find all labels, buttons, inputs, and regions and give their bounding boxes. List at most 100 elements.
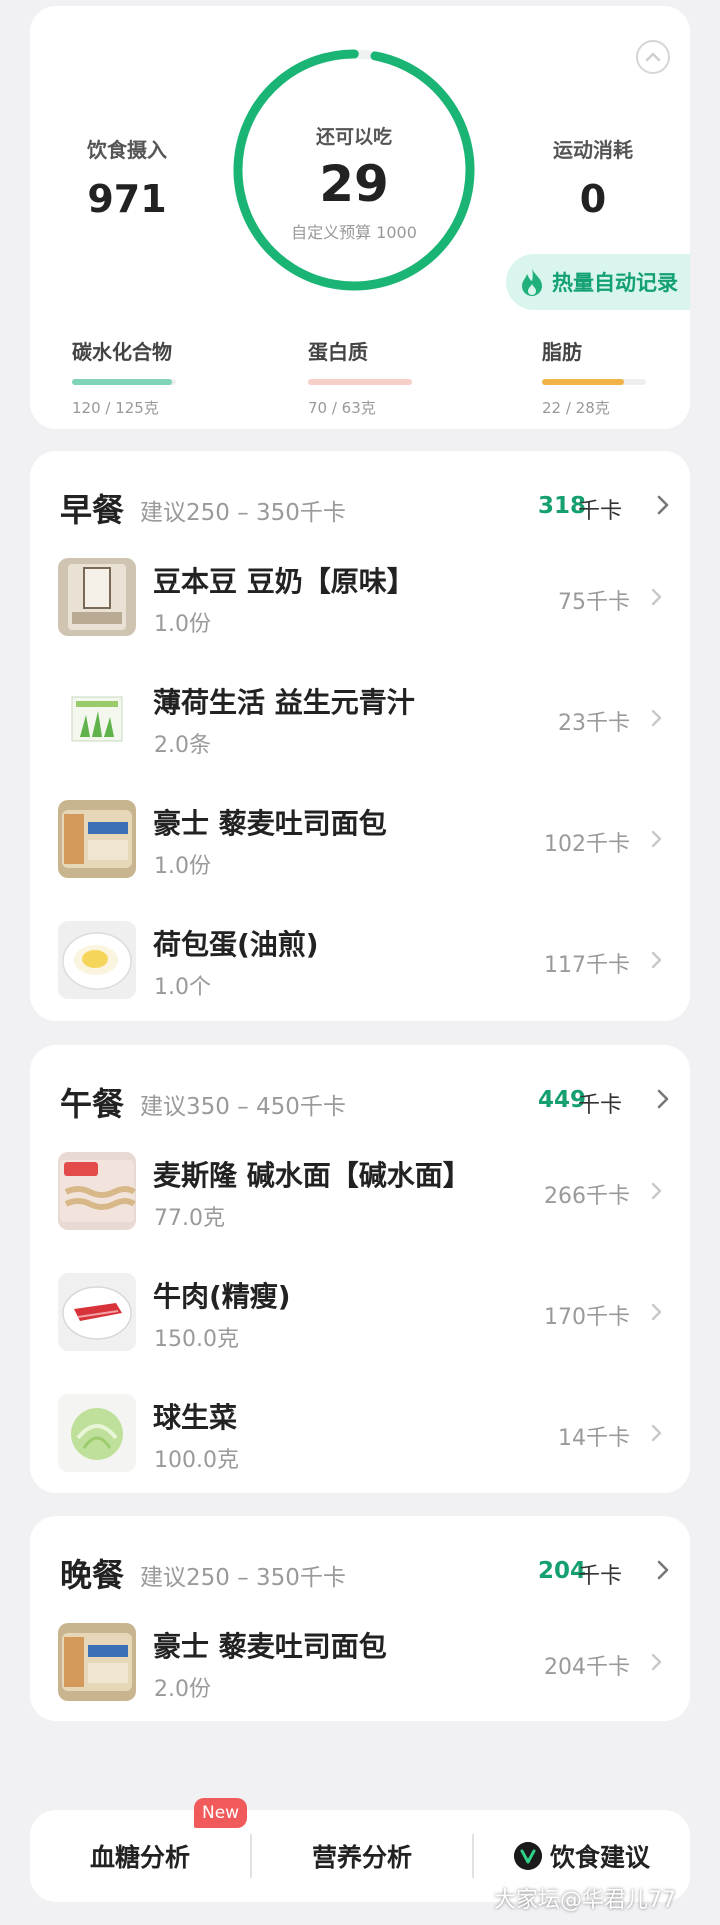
chevron-right-icon xyxy=(657,495,669,515)
meal-header[interactable]: 午餐 建议350 – 450千卡 449 千卡 xyxy=(60,1079,670,1123)
food-name: 麦斯隆 碱水面【碱水面】 xyxy=(153,1159,471,1192)
food-thumbnail-toast xyxy=(58,800,136,878)
macro-value: 22 / 28克 xyxy=(542,399,610,417)
chevron-right-icon xyxy=(651,709,662,727)
macro-protein[interactable]: 蛋白质 70 / 63克 xyxy=(308,336,412,418)
meal-card-dinner: 晚餐 建议250 – 350千卡 204 千卡 豪士 藜麦吐司面包 2.0份 2… xyxy=(30,1516,690,1721)
food-quantity: 77.0克 xyxy=(154,1206,225,1231)
food-quantity: 2.0条 xyxy=(154,733,211,758)
chevron-right-icon xyxy=(651,588,662,606)
meal-header[interactable]: 早餐 建议250 – 350千卡 318 千卡 xyxy=(60,485,670,529)
food-thumbnail-noodles xyxy=(58,1152,136,1230)
food-quantity: 1.0份 xyxy=(154,854,211,879)
food-kcal: 170千卡 xyxy=(544,1305,630,1330)
food-thumbnail-fried-egg xyxy=(58,921,136,999)
food-quantity: 2.0份 xyxy=(154,1677,211,1702)
food-item[interactable]: 豪士 藜麦吐司面包 1.0份 102千卡 xyxy=(58,800,668,880)
food-kcal: 117千卡 xyxy=(544,953,630,978)
exercise-label: 运动消耗 xyxy=(553,138,633,162)
v-badge-icon xyxy=(513,1842,542,1870)
meal-kcal-unit: 千卡 xyxy=(577,1093,622,1118)
food-name: 薄荷生活 益生元青汁 xyxy=(153,686,415,719)
food-thumbnail-soy-milk xyxy=(58,558,136,636)
macro-value: 120 / 125克 xyxy=(72,399,159,417)
food-name: 球生菜 xyxy=(153,1401,238,1434)
food-thumbnail-beef xyxy=(58,1273,136,1351)
new-badge: New xyxy=(194,1798,248,1828)
food-quantity: 1.0个 xyxy=(154,975,211,1000)
auto-record-label: 热量自动记录 xyxy=(552,271,678,295)
macro-progress-bar xyxy=(308,379,412,385)
intake-value: 971 xyxy=(87,177,167,221)
meal-card-lunch: 午餐 建议350 – 450千卡 449 千卡 麦斯隆 碱水面【碱水面】 77.… xyxy=(30,1045,690,1493)
budget-text: 自定义预算 1000 xyxy=(291,223,417,242)
exercise-value: 0 xyxy=(579,177,607,221)
chevron-right-icon xyxy=(651,1182,662,1200)
macro-name: 蛋白质 xyxy=(308,340,368,364)
food-quantity: 1.0份 xyxy=(154,612,211,637)
food-kcal: 75千卡 xyxy=(558,590,630,615)
tab-label: 血糖分析 xyxy=(89,1843,190,1872)
collapse-button[interactable] xyxy=(636,40,670,74)
ring-center: 还可以吃 29 自定义预算 1000 xyxy=(230,46,478,243)
macro-progress-bar xyxy=(542,379,646,385)
remaining-label: 还可以吃 xyxy=(315,126,392,148)
remaining-value: 29 xyxy=(319,155,389,213)
meal-title: 早餐 xyxy=(60,491,125,529)
food-item[interactable]: 豪士 藜麦吐司面包 2.0份 204千卡 xyxy=(58,1623,668,1703)
intake-label: 饮食摄入 xyxy=(87,138,167,162)
macro-carbs[interactable]: 碳水化合物 120 / 125克 xyxy=(72,336,176,418)
calorie-summary-card: 饮食摄入 971 还可以吃 29 自定义预算 1000 运动消耗 0 热量自动记… xyxy=(30,6,690,429)
food-item[interactable]: 牛肉(精瘦) 150.0克 170千卡 xyxy=(58,1273,668,1353)
food-item[interactable]: 荷包蛋(油煎) 1.0个 117千卡 xyxy=(58,921,668,1001)
chevron-right-icon xyxy=(651,1424,662,1442)
food-name: 豪士 藜麦吐司面包 xyxy=(153,807,387,840)
macro-name: 碳水化合物 xyxy=(72,340,172,364)
food-name: 荷包蛋(油煎) xyxy=(153,928,319,961)
tab-label: 饮食建议 xyxy=(549,1843,650,1872)
food-kcal: 204千卡 xyxy=(544,1655,630,1680)
food-quantity: 100.0克 xyxy=(154,1448,239,1473)
macro-name: 脂肪 xyxy=(542,340,582,364)
meal-title: 午餐 xyxy=(60,1085,125,1123)
watermark: 大家坛@华君儿77 xyxy=(494,1888,676,1913)
food-name: 牛肉(精瘦) xyxy=(153,1280,291,1313)
intake-stat[interactable]: 饮食摄入 971 xyxy=(42,134,212,221)
meal-header[interactable]: 晚餐 建议250 – 350千卡 204 千卡 xyxy=(60,1550,670,1594)
chevron-right-icon xyxy=(651,830,662,848)
chevron-right-icon xyxy=(651,1303,662,1321)
meal-card-breakfast: 早餐 建议250 – 350千卡 318 千卡 豆本豆 豆奶【原味】 1.0份 … xyxy=(30,451,690,1021)
chevron-right-icon xyxy=(651,951,662,969)
food-thumbnail-lettuce xyxy=(58,1394,136,1472)
food-quantity: 150.0克 xyxy=(154,1327,239,1352)
chevron-up-icon xyxy=(645,52,661,62)
food-name: 豪士 藜麦吐司面包 xyxy=(153,1630,387,1663)
auto-record-button[interactable]: 热量自动记录 xyxy=(506,254,690,310)
chevron-right-icon xyxy=(651,1653,662,1671)
flame-icon xyxy=(522,268,542,296)
food-kcal: 23千卡 xyxy=(558,711,630,736)
macro-value: 70 / 63克 xyxy=(308,399,376,417)
meal-kcal-unit: 千卡 xyxy=(577,1564,622,1589)
tab-label: 营养分析 xyxy=(311,1843,412,1872)
food-name: 豆本豆 豆奶【原味】 xyxy=(153,565,415,598)
meal-suggestion: 建议250 – 350千卡 xyxy=(140,500,346,526)
meal-kcal-unit: 千卡 xyxy=(577,499,622,524)
macro-progress-bar xyxy=(72,379,176,385)
nutrition-analysis-tab[interactable]: 营养分析 xyxy=(252,1810,472,1902)
food-thumbnail-toast xyxy=(58,1623,136,1701)
food-kcal: 14千卡 xyxy=(558,1426,630,1451)
food-item[interactable]: 豆本豆 豆奶【原味】 1.0份 75千卡 xyxy=(58,558,668,638)
chevron-right-icon xyxy=(657,1089,669,1109)
macro-fat[interactable]: 脂肪 22 / 28克 xyxy=(542,336,646,418)
chevron-right-icon xyxy=(657,1560,669,1580)
food-item[interactable]: 麦斯隆 碱水面【碱水面】 77.0克 266千卡 xyxy=(58,1152,668,1232)
food-item[interactable]: 球生菜 100.0克 14千卡 xyxy=(58,1394,668,1474)
exercise-stat[interactable]: 运动消耗 0 xyxy=(508,134,678,221)
food-thumbnail-green-juice xyxy=(58,679,136,757)
meal-title: 晚餐 xyxy=(60,1556,125,1594)
food-kcal: 102千卡 xyxy=(544,832,630,857)
food-item[interactable]: 薄荷生活 益生元青汁 2.0条 23千卡 xyxy=(58,679,668,759)
meal-suggestion: 建议350 – 450千卡 xyxy=(140,1094,346,1120)
meal-suggestion: 建议250 – 350千卡 xyxy=(140,1565,346,1591)
